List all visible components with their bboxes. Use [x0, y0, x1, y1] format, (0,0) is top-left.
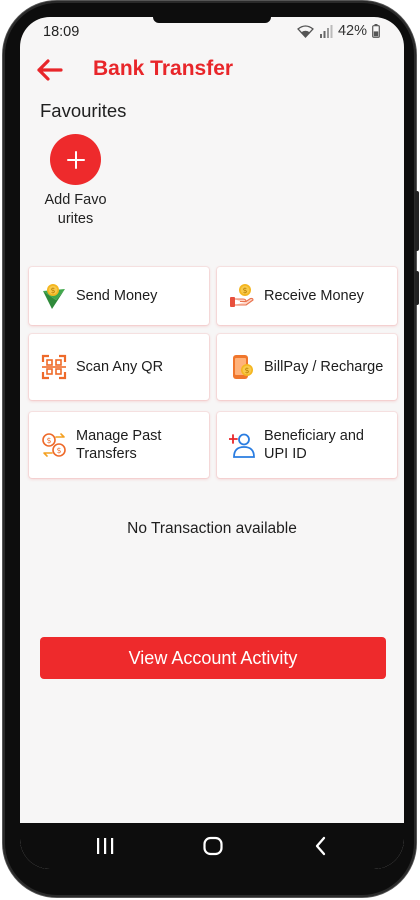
status-icons: 42%: [297, 23, 380, 39]
view-account-activity-button[interactable]: View Account Activity: [40, 637, 386, 679]
scan-qr-tile[interactable]: Scan Any QR: [29, 334, 209, 400]
tile-label: BillPay / Recharge: [264, 359, 384, 375]
receive-money-tile[interactable]: $ Receive Money: [217, 267, 397, 325]
svg-text:$: $: [243, 286, 248, 295]
svg-text:$: $: [51, 286, 56, 295]
status-time: 18:09: [43, 24, 80, 40]
signal-icon: [319, 24, 333, 38]
home-icon: [203, 836, 223, 856]
tile-label: Manage Past Transfers: [76, 428, 162, 462]
home-button[interactable]: [198, 833, 228, 859]
tile-label: Scan Any QR: [76, 359, 164, 375]
add-favourite-label: Add Favo urites: [44, 192, 107, 227]
volume-button: [415, 191, 419, 251]
tile-label: Beneficiary and UPI ID: [264, 428, 364, 462]
receive-money-icon: $: [230, 284, 254, 307]
svg-text:$: $: [245, 366, 250, 375]
beneficiary-icon: [229, 433, 255, 458]
favourites-title: Favourites: [40, 100, 127, 121]
manage-transfers-icon: $ $: [42, 433, 66, 457]
back-chevron-icon: [315, 836, 326, 856]
scan-qr-icon: [41, 354, 67, 380]
tile-label: Receive Money: [264, 288, 364, 304]
phone-frame: 18:09 42% Bank Transfer Favourites Add F…: [3, 1, 419, 897]
svg-text:$: $: [57, 446, 62, 455]
app-header: Bank Transfer: [20, 53, 404, 97]
add-favourite-button[interactable]: [50, 134, 101, 185]
svg-text:$: $: [47, 436, 52, 445]
status-bar: 18:09 42%: [20, 17, 404, 47]
page-title: Bank Transfer: [93, 57, 234, 80]
screen: 18:09 42% Bank Transfer Favourites Add F…: [20, 17, 404, 869]
send-money-icon: $: [43, 284, 65, 309]
power-button: [415, 271, 419, 305]
billpay-recharge-icon: $: [233, 355, 253, 379]
empty-state-text: No Transaction available: [127, 520, 297, 537]
recents-icon: [97, 838, 114, 854]
plus-icon: [66, 150, 85, 169]
wifi-icon: [297, 24, 314, 38]
tile-label: Send Money: [76, 288, 158, 304]
billpay-recharge-tile[interactable]: $ BillPay / Recharge: [217, 334, 397, 400]
beneficiary-tile[interactable]: Beneficiary and UPI ID: [217, 412, 397, 478]
recents-button[interactable]: [90, 833, 120, 859]
send-money-tile[interactable]: $ Send Money: [29, 267, 209, 325]
back-button[interactable]: [34, 55, 68, 85]
arrow-left-icon: [37, 59, 63, 81]
battery-percentage: 42%: [337, 23, 367, 39]
system-nav-bar: [20, 823, 404, 869]
manage-transfers-tile[interactable]: $ $ Manage Past Transfers: [29, 412, 209, 478]
battery-icon: [372, 24, 380, 38]
nav-back-button[interactable]: [306, 833, 336, 859]
